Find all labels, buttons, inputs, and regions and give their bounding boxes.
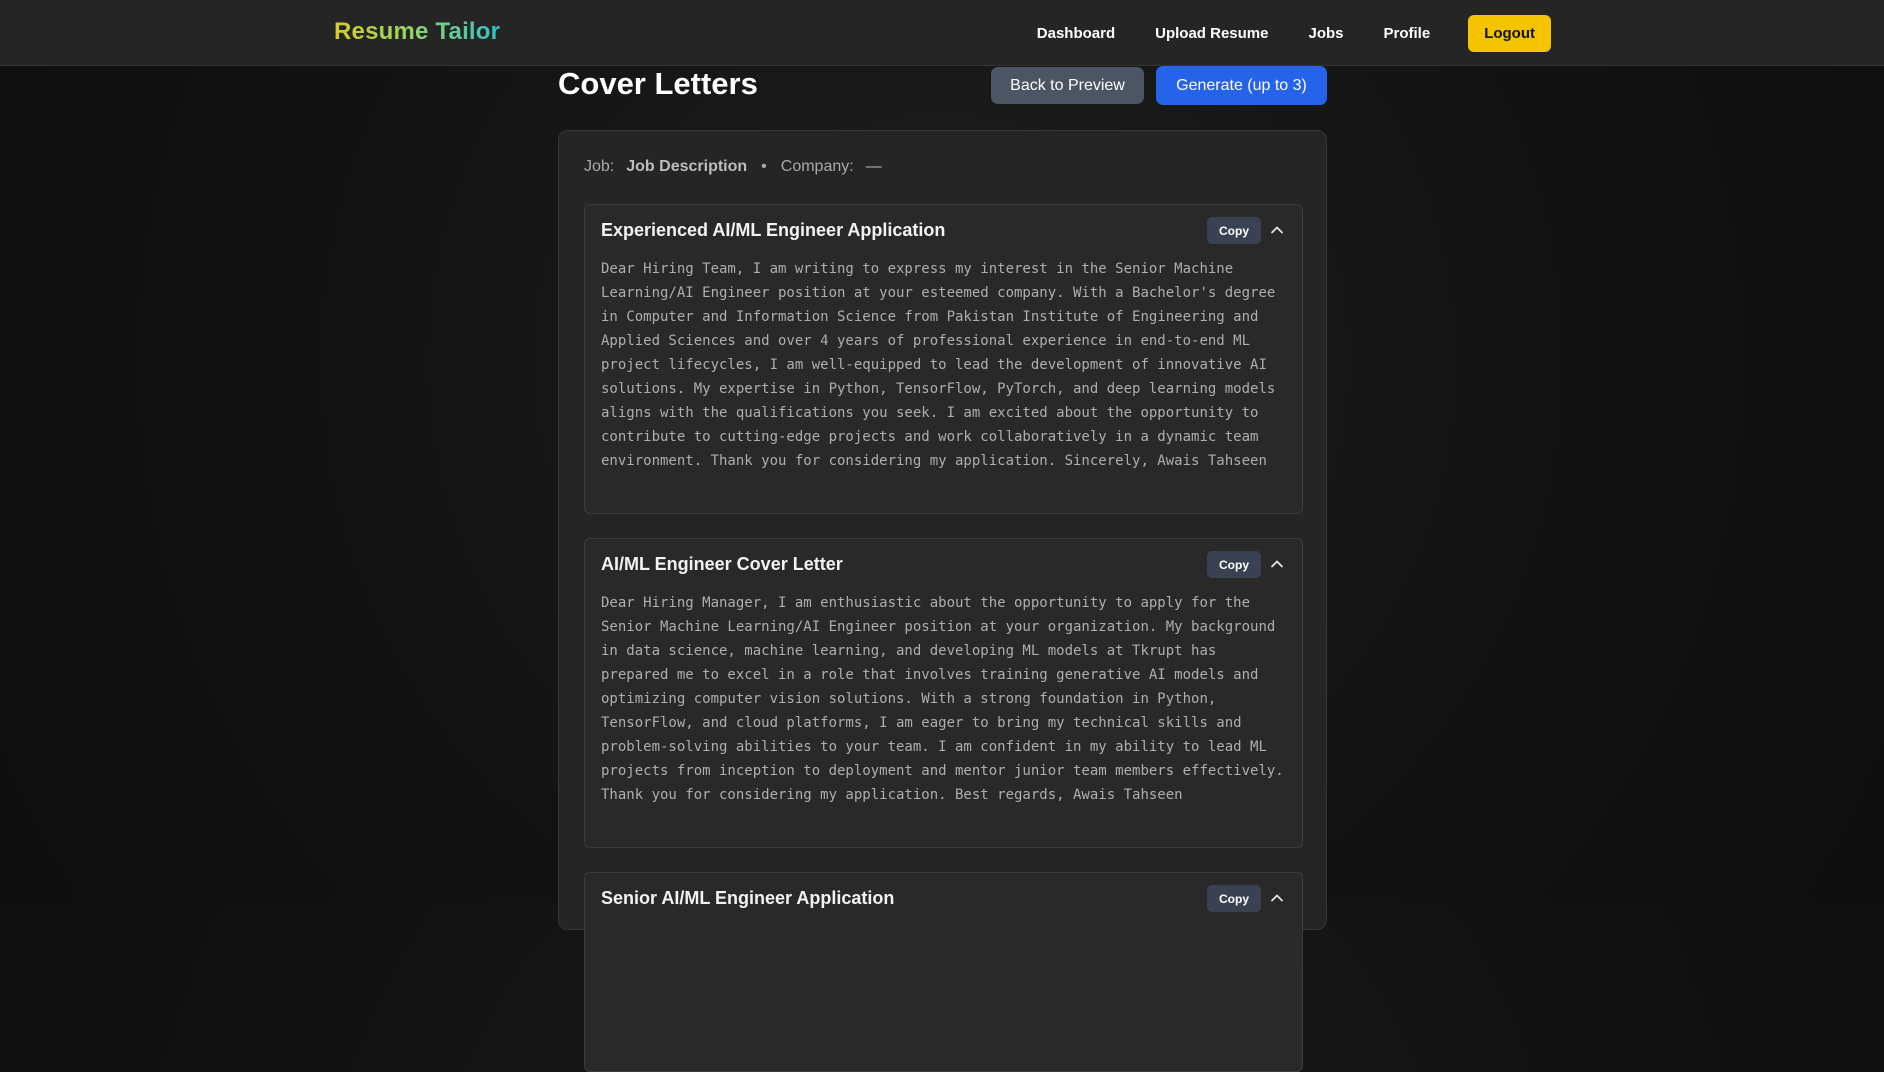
job-meta: Job: Job Description • Company: — <box>584 158 882 176</box>
cover-letter-card: Experienced AI/ML Engineer Application C… <box>584 204 1303 514</box>
company-label: Company: <box>780 158 854 175</box>
meta-separator: • <box>761 158 767 175</box>
chevron-up-icon[interactable] <box>1269 890 1285 906</box>
job-value: Job Description <box>626 158 748 175</box>
back-to-preview-button[interactable]: Back to Preview <box>991 67 1144 104</box>
chevron-up-icon[interactable] <box>1269 556 1285 572</box>
cover-letter-card: AI/ML Engineer Cover Letter Copy Dear Hi… <box>584 538 1303 848</box>
copy-button[interactable]: Copy <box>1207 885 1261 912</box>
cover-letter-card: Senior AI/ML Engineer Application Copy <box>584 872 1303 1072</box>
top-navbar: Resume Tailor Dashboard Upload Resume Jo… <box>0 0 1884 66</box>
copy-button[interactable]: Copy <box>1207 217 1261 244</box>
main-nav: Dashboard Upload Resume Jobs Profile Log… <box>1037 14 1551 52</box>
nav-dashboard[interactable]: Dashboard <box>1037 25 1115 42</box>
app-logo[interactable]: Resume Tailor <box>334 18 500 46</box>
cover-letter-title: AI/ML Engineer Cover Letter <box>601 554 843 574</box>
cover-letters-panel: Job: Job Description • Company: — Experi… <box>558 130 1327 1072</box>
logout-button[interactable]: Logout <box>1468 14 1551 52</box>
chevron-up-icon[interactable] <box>1269 222 1285 238</box>
cover-letter-title: Experienced AI/ML Engineer Application <box>601 220 946 240</box>
nav-upload-resume[interactable]: Upload Resume <box>1155 25 1268 42</box>
nav-profile[interactable]: Profile <box>1384 25 1431 42</box>
company-value: — <box>865 158 882 175</box>
nav-jobs[interactable]: Jobs <box>1308 25 1343 42</box>
job-label: Job: <box>584 158 615 175</box>
cover-letter-title: Senior AI/ML Engineer Application <box>601 888 895 908</box>
cover-letter-body: Dear Hiring Team, I am writing to expres… <box>601 261 1276 469</box>
generate-button[interactable]: Generate (up to 3) <box>1156 66 1327 105</box>
page-title: Cover Letters <box>558 66 758 101</box>
cover-letter-body: Dear Hiring Manager, I am enthusiastic a… <box>601 595 1284 803</box>
copy-button[interactable]: Copy <box>1207 551 1261 578</box>
